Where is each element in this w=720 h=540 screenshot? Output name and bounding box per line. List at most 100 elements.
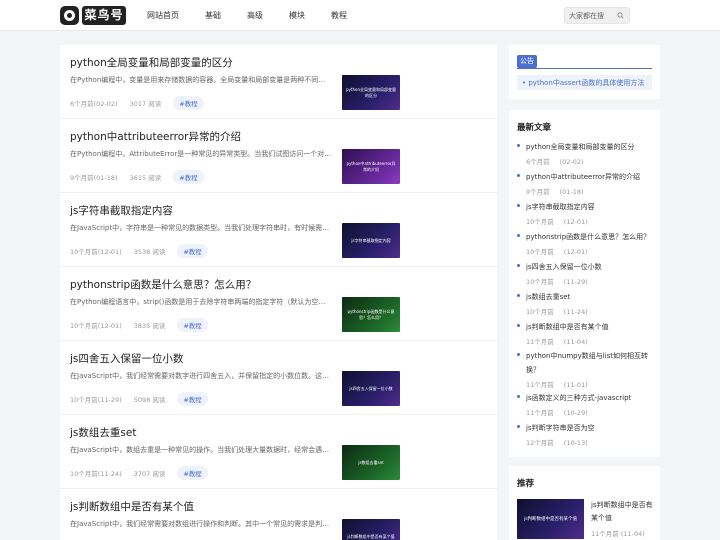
search-box: [564, 7, 630, 24]
latest-item-title[interactable]: js字符串截取指定内容: [526, 200, 654, 214]
bullet-icon: [517, 174, 520, 177]
article-item[interactable]: js数组去重set 在JavaScript中，数组去重是一种常见的操作。当我们处…: [60, 415, 497, 489]
latest-item-title[interactable]: pythonstrip函数是什么意思？怎么用？: [526, 230, 654, 244]
nav-advanced[interactable]: 高级: [239, 0, 271, 31]
recommend-item-title[interactable]: js判断数组中是否有某个值: [591, 499, 653, 525]
article-tag[interactable]: #教程: [177, 244, 208, 258]
article-meta: 10个月前(12-01) 3538 阅读 #教程: [70, 244, 220, 258]
article-list: python全局变量和局部变量的区分 在Python编程中，变量是用来存储数据的…: [60, 45, 497, 540]
article-tag[interactable]: #教程: [173, 96, 204, 110]
thumbnail-caption: js判断数组中是否有某个值: [523, 517, 578, 522]
thumbnail-caption: js字符串截取指定内容: [351, 237, 391, 243]
article-title[interactable]: js数组去重set: [70, 425, 136, 440]
recommend-title: 推荐: [517, 479, 535, 489]
recommend-item-date: 11个月前 (11-04): [591, 530, 645, 538]
latest-item-title[interactable]: js判断数组中是否有某个值: [526, 320, 654, 334]
article-tag[interactable]: #教程: [177, 318, 208, 332]
recommend-thumbnail[interactable]: js判断数组中是否有某个值: [517, 499, 584, 539]
article-item[interactable]: js四舍五入保留一位小数 在JavaScript中，我们经常需要对数字进行四舍五…: [60, 341, 497, 415]
nav-modules[interactable]: 模块: [281, 0, 313, 31]
article-title[interactable]: js四舍五入保留一位小数: [70, 351, 183, 366]
article-thumbnail[interactable]: js字符串截取指定内容: [342, 223, 400, 258]
bullet-icon: [517, 294, 520, 297]
article-item[interactable]: js字符串截取指定内容 在JavaScript中，字符串是一种常见的数据类型。当…: [60, 193, 497, 267]
latest-item-date: 6个月前 (02-02): [526, 158, 584, 166]
latest-item-date: 10个月前 (12-01): [526, 248, 588, 256]
article-time: 10个月前(11-29): [70, 396, 122, 404]
article-time: 10个月前(12-01): [70, 322, 122, 330]
article-time: 9个月前(01-18): [70, 174, 118, 182]
nav-basic[interactable]: 基础: [197, 0, 229, 31]
article-views: 3615 阅读: [129, 174, 162, 182]
article-summary: 在Python编程语言中，strip()函数是用于去除字符串两端的指定字符（默认…: [70, 298, 332, 306]
latest-item-title[interactable]: js四舍五入保留一位小数: [526, 260, 654, 274]
article-views: 3835 阅读: [133, 322, 166, 330]
article-tag[interactable]: #教程: [177, 392, 208, 406]
latest-item-title[interactable]: js数组去重set: [526, 290, 654, 304]
article-thumbnail[interactable]: js判断数组中是否有某个值: [342, 519, 400, 540]
latest-item-date: 9个月前 (01-18): [526, 188, 584, 196]
article-item[interactable]: js判断数组中是否有某个值 在JavaScript中，我们经常需要对数组进行操作…: [60, 489, 497, 540]
bullet-icon: [517, 353, 520, 356]
search-input[interactable]: [565, 11, 615, 20]
latest-item-date: 10个月前 (11-24): [526, 308, 588, 316]
nav-home[interactable]: 网站首页: [139, 0, 187, 31]
notice-label: 公告: [517, 55, 537, 68]
article-tag[interactable]: #教程: [177, 466, 208, 480]
article-meta: 10个月前(11-29) 5098 阅读 #教程: [70, 392, 220, 406]
article-item[interactable]: pythonstrip函数是什么意思？怎么用？ 在Python编程语言中，str…: [60, 267, 497, 341]
article-summary: 在JavaScript中，数组去重是一种常见的操作。当我们处理大量数据时，经常会…: [70, 446, 330, 454]
search-icon[interactable]: [617, 12, 624, 19]
notice-panel: 公告 • python中assert函数的具体使用方法: [509, 45, 660, 99]
latest-item-title[interactable]: python中numpy数组与list如何相互转换？: [526, 349, 654, 377]
article-thumbnail[interactable]: js数组去重set: [342, 445, 400, 480]
article-tag[interactable]: #教程: [173, 170, 204, 184]
latest-item-date: 10个月前 (12-01): [526, 218, 588, 226]
thumbnail-caption: js数组去重set: [358, 459, 384, 465]
latest-item-date: 11个月前 (11-01): [526, 381, 588, 389]
latest-item-title[interactable]: python中attributeerror异常的介绍: [526, 170, 654, 184]
recommend-panel: 推荐 js判断数组中是否有某个值 js判断数组中是否有某个值 11个月前 (11…: [509, 466, 660, 540]
latest-item-title[interactable]: js判断字符串是否为空: [526, 421, 654, 435]
article-meta: 6个月前(02-02) 3017 阅读 #教程: [70, 96, 216, 110]
article-title[interactable]: python中attributeerror异常的介绍: [70, 129, 241, 144]
nav-tutorials[interactable]: 教程: [323, 0, 355, 31]
article-item[interactable]: python中attributeerror异常的介绍 在Python编程中，At…: [60, 119, 497, 193]
thumbnail-caption: js判断数组中是否有某个值: [347, 533, 395, 539]
latest-title: 最新文章: [517, 123, 552, 133]
article-thumbnail[interactable]: pythonstrip函数是什么意思？怎么用？: [342, 297, 400, 332]
article-thumbnail[interactable]: python中attributeerror异常的介绍: [342, 149, 400, 184]
article-meta: 10个月前(12-01) 3835 阅读 #教程: [70, 318, 220, 332]
article-summary: 在Python编程中，变量是用来存储数据的容器。全局变量和局部变量是两种不同的…: [70, 76, 332, 84]
article-time: 10个月前(11-24): [70, 470, 122, 478]
bullet-icon: [517, 144, 520, 147]
article-views: 3707 阅读: [133, 470, 166, 478]
latest-item-date: 11个月前 (11-04): [526, 338, 588, 346]
article-item[interactable]: python全局变量和局部变量的区分 在Python编程中，变量是用来存储数据的…: [60, 45, 497, 119]
article-title[interactable]: js字符串截取指定内容: [70, 203, 173, 218]
article-title[interactable]: js判断数组中是否有某个值: [70, 499, 194, 514]
site-logo[interactable]: 菜鸟号: [60, 5, 126, 25]
notice-item-text: python中assert函数的具体使用方法: [528, 79, 645, 87]
thumbnail-caption: python全局变量和局部变量的区分: [346, 87, 396, 98]
latest-articles-panel: 最新文章 python全局变量和局部变量的区分 6个月前 (02-02) pyth…: [509, 110, 660, 457]
article-title[interactable]: python全局变量和局部变量的区分: [70, 55, 233, 70]
main-nav: 网站首页 基础 高级 模块 教程: [139, 0, 365, 31]
bullet-icon: [517, 204, 520, 207]
article-views: 3538 阅读: [133, 248, 166, 256]
article-thumbnail[interactable]: js四舍五入保留一位小数: [342, 371, 400, 406]
article-title[interactable]: pythonstrip函数是什么意思？怎么用？: [70, 277, 256, 292]
bullet-icon: [517, 324, 520, 327]
latest-item-date: 12个月前 (10-13): [526, 439, 588, 447]
thumbnail-caption: js四舍五入保留一位小数: [349, 385, 393, 391]
notice-item[interactable]: • python中assert函数的具体使用方法: [522, 78, 644, 88]
article-thumbnail[interactable]: python全局变量和局部变量的区分: [342, 75, 400, 110]
latest-item-title[interactable]: js函数定义的三种方式-javascript: [526, 391, 654, 405]
article-meta: 10个月前(11-24) 3707 阅读 #教程: [70, 466, 220, 480]
latest-item-title[interactable]: python全局变量和局部变量的区分: [526, 140, 654, 154]
article-summary: 在JavaScript中，我们经常需要对数字进行四舍五入，并保留指定的小数位数。…: [70, 372, 330, 380]
notice-divider: [517, 68, 652, 69]
bullet-icon: [517, 425, 520, 428]
article-summary: 在Python编程中，AttributeError是一种常见的异常类型。当我们试…: [70, 150, 332, 158]
article-summary: 在JavaScript中，我们经常需要对数组进行操作和判断。其中一个常见的需求是…: [70, 520, 330, 528]
